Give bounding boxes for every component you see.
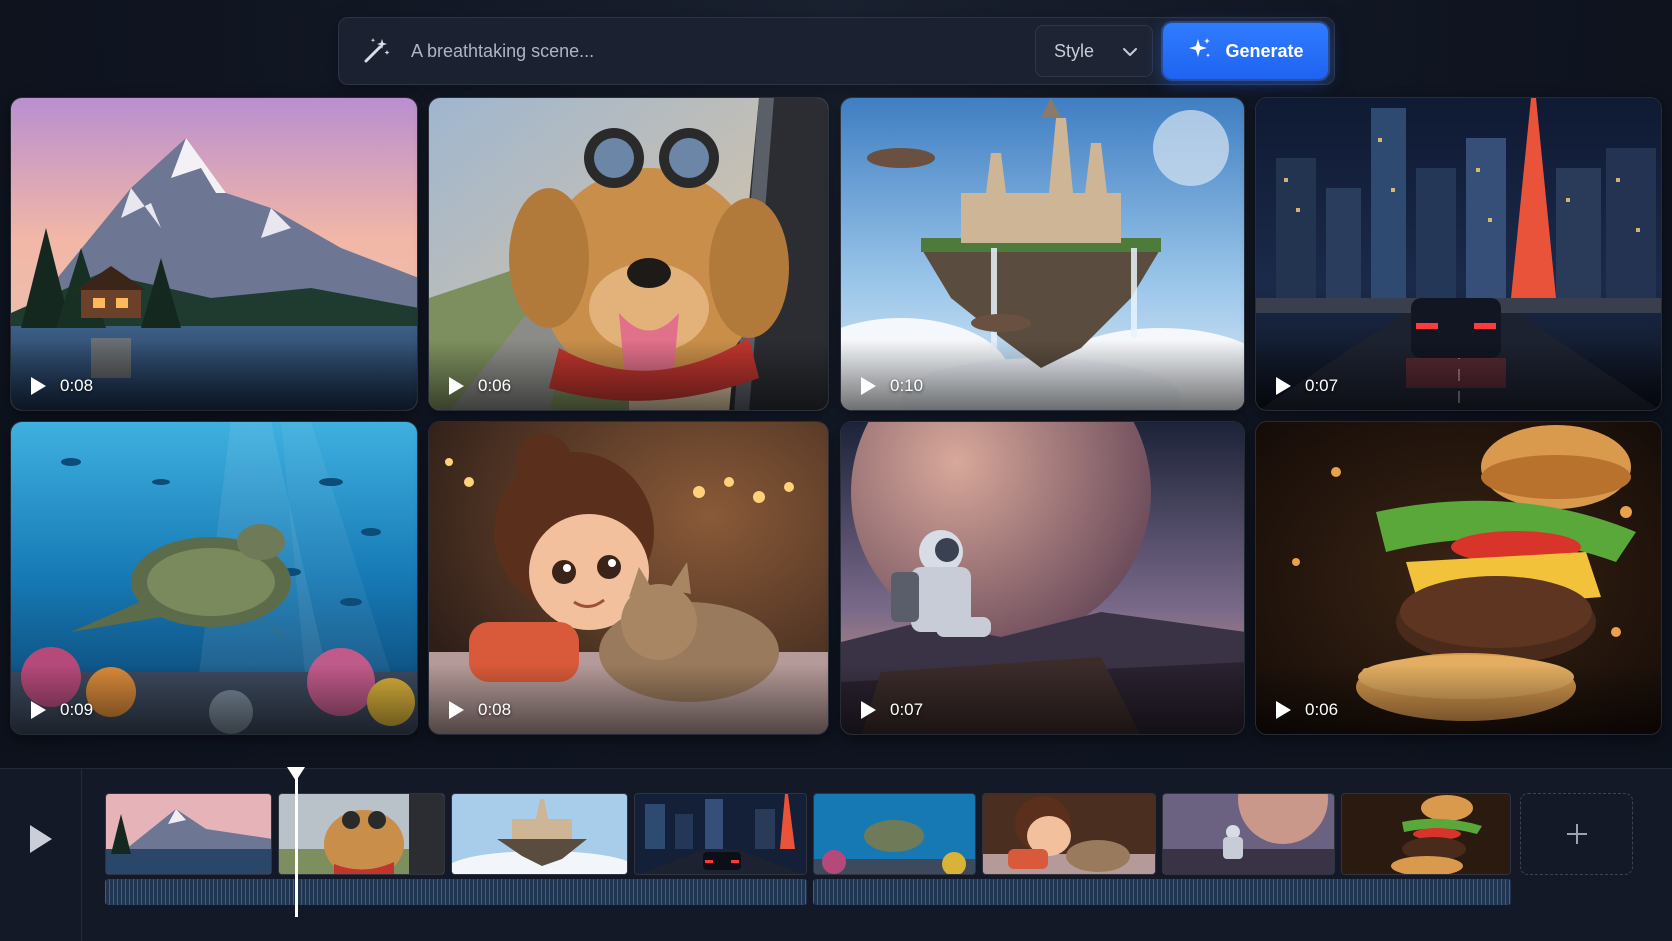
duration-label: 0:07 xyxy=(1305,376,1339,395)
video-tile-sea-turtle-reef[interactable]: 0:09 xyxy=(10,421,418,735)
duration-label: 0:10 xyxy=(890,376,924,395)
timeline-clip-city-night-car[interactable] xyxy=(634,793,807,875)
playhead-handle[interactable] xyxy=(287,767,305,781)
play-icon[interactable] xyxy=(1276,701,1291,719)
timeline-clip-astronaut-planet[interactable] xyxy=(1162,793,1335,875)
duration-label: 0:08 xyxy=(60,376,94,395)
timeline-clip-dog-in-car[interactable] xyxy=(278,793,445,875)
timeline-clip-mountain-lake[interactable] xyxy=(105,793,272,875)
audio-track-1[interactable] xyxy=(105,879,807,905)
play-icon[interactable] xyxy=(861,701,876,719)
video-tile-astronaut-planet[interactable]: 0:07 xyxy=(840,421,1245,735)
timeline-controls xyxy=(0,769,82,941)
play-icon[interactable] xyxy=(31,377,46,395)
timeline-clip-flying-burger[interactable] xyxy=(1341,793,1511,875)
video-tile-girl-and-cat[interactable]: 0:08 xyxy=(428,421,829,735)
video-gallery: 0:08 0:06 0:10 0:07 0:09 0:08 0:07 0:06 xyxy=(0,0,1672,760)
play-icon[interactable] xyxy=(861,377,876,395)
timeline-clip-girl-and-cat[interactable] xyxy=(982,793,1156,875)
video-tile-floating-castle[interactable]: 0:10 xyxy=(840,97,1245,411)
video-tile-mountain-lake[interactable]: 0:08 xyxy=(10,97,418,411)
play-icon[interactable] xyxy=(1276,377,1291,395)
play-icon[interactable] xyxy=(449,701,464,719)
play-icon[interactable] xyxy=(449,377,464,395)
playhead[interactable] xyxy=(287,767,305,917)
duration-label: 0:06 xyxy=(478,376,512,395)
duration-label: 0:06 xyxy=(1305,700,1339,719)
timeline xyxy=(0,767,1672,941)
duration-label: 0:09 xyxy=(60,700,94,719)
audio-track-2[interactable] xyxy=(813,879,1511,905)
timeline-clip-floating-castle[interactable] xyxy=(451,793,628,875)
video-tile-dog-in-car[interactable]: 0:06 xyxy=(428,97,829,411)
play-icon[interactable] xyxy=(30,825,52,853)
video-tile-flying-burger[interactable]: 0:06 xyxy=(1255,421,1662,735)
plus-icon xyxy=(1566,824,1587,844)
duration-label: 0:08 xyxy=(478,700,512,719)
add-clip-button[interactable] xyxy=(1520,793,1633,875)
timeline-clip-sea-turtle-reef[interactable] xyxy=(813,793,976,875)
duration-label: 0:07 xyxy=(890,700,924,719)
video-tile-city-night-car[interactable]: 0:07 xyxy=(1255,97,1662,411)
play-icon[interactable] xyxy=(31,701,46,719)
